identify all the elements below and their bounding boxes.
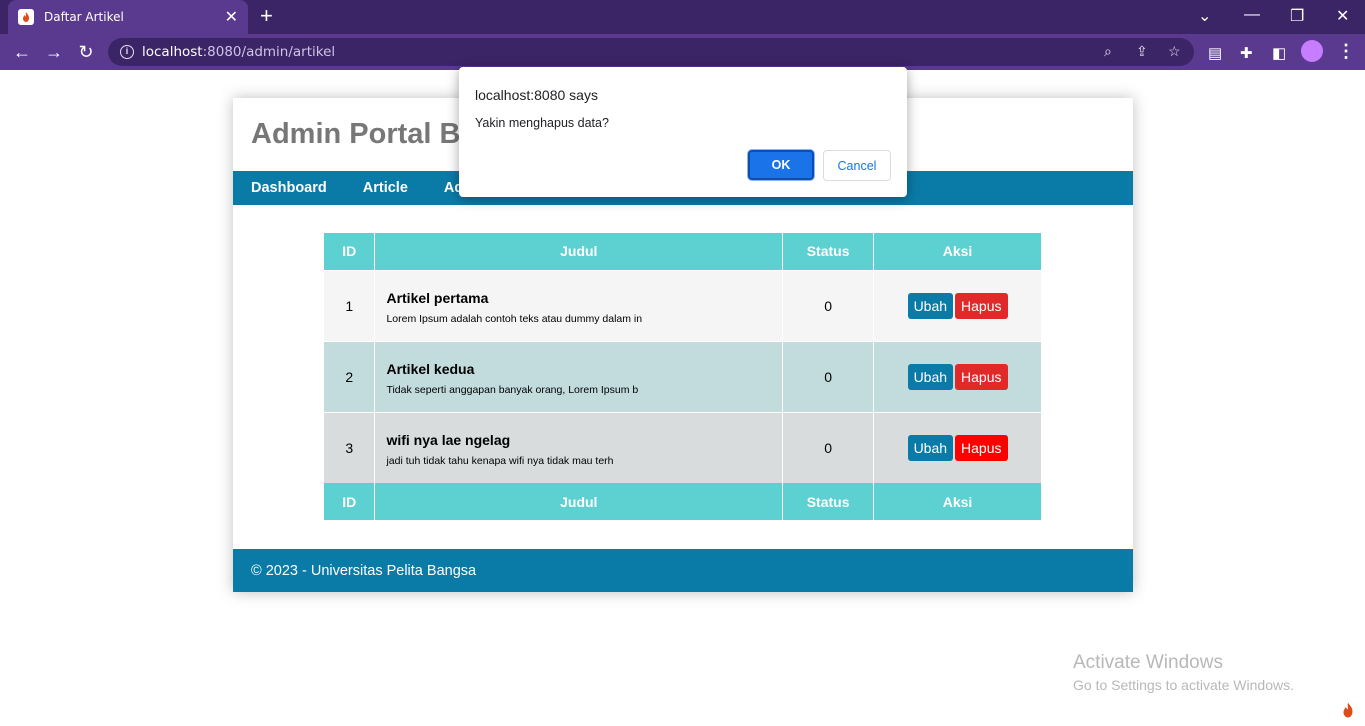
dialog-origin: localhost:8080 says bbox=[475, 87, 598, 103]
edit-button[interactable]: Ubah bbox=[907, 434, 954, 461]
article-excerpt: jadi tuh tidak tahu kenapa wifi nya tida… bbox=[386, 455, 614, 468]
activation-watermark-title: Activate Windows bbox=[1073, 652, 1223, 673]
row-status: 0 bbox=[782, 340, 875, 412]
address-bar[interactable]: i localhost:8080/admin/artikel bbox=[108, 38, 1194, 66]
article-title: wifi nya lae ngelag bbox=[386, 432, 511, 449]
reload-icon[interactable]: ↻ bbox=[75, 41, 97, 63]
footer-header-status: Status bbox=[782, 483, 875, 520]
delete-button[interactable]: Hapus bbox=[955, 434, 1008, 461]
codeigniter-flame-icon bbox=[18, 9, 34, 25]
article-excerpt: Lorem Ipsum adalah contoh teks atau dumm… bbox=[386, 313, 643, 325]
site-info-icon[interactable]: i bbox=[120, 45, 134, 59]
activation-watermark-subtitle: Go to Settings to activate Windows. bbox=[1073, 677, 1294, 693]
zoom-icon[interactable]: ⌕ bbox=[1104, 43, 1112, 60]
table-row: 3 wifi nya lae ngelag jadi tuh tidak tah… bbox=[324, 411, 1042, 483]
url-path: :8080/admin/artikel bbox=[202, 44, 336, 60]
tab-search-chevron-icon[interactable]: ⌄ bbox=[1198, 6, 1211, 26]
browser-tab[interactable]: Daftar Artikel ✕ bbox=[8, 0, 248, 34]
delete-button[interactable]: Hapus bbox=[955, 292, 1008, 319]
site-title: Admin Portal B bbox=[251, 118, 461, 150]
new-tab-button[interactable]: + bbox=[260, 5, 273, 27]
site-footer: © 2023 - Universitas Pelita Bangsa bbox=[233, 549, 1133, 592]
header-aksi: Aksi bbox=[873, 233, 1042, 270]
row-status: 0 bbox=[782, 269, 875, 341]
restore-icon[interactable]: ❐ bbox=[1290, 6, 1304, 26]
footer-header-judul: Judul bbox=[374, 483, 784, 520]
row-judul: Artikel pertama Lorem Ipsum adalah conto… bbox=[374, 269, 784, 341]
close-window-icon[interactable]: ✕ bbox=[1336, 6, 1349, 26]
profile-avatar-icon[interactable] bbox=[1301, 40, 1323, 62]
nav-dashboard[interactable]: Dashboard bbox=[251, 180, 327, 196]
table-row: 1 Artikel pertama Lorem Ipsum adalah con… bbox=[324, 269, 1042, 341]
browser-menu-icon[interactable]: ⋮ bbox=[1337, 41, 1355, 62]
footer-header-id: ID bbox=[324, 483, 376, 520]
browser-tab-strip: Daftar Artikel ✕ + ⌄ — ❐ ✕ bbox=[0, 0, 1365, 34]
row-judul: Artikel kedua Tidak seperti anggapan ban… bbox=[374, 340, 784, 412]
puzzle-extensions-icon[interactable]: ✚ bbox=[1240, 44, 1253, 62]
url-host: localhost bbox=[142, 44, 203, 60]
article-title: Artikel kedua bbox=[386, 361, 475, 377]
article-excerpt: Tidak seperti anggapan banyak orang, Lor… bbox=[386, 384, 639, 396]
header-judul: Judul bbox=[374, 233, 784, 270]
forward-arrow-icon[interactable]: → bbox=[43, 41, 65, 63]
header-id: ID bbox=[324, 233, 376, 270]
row-judul: wifi nya lae ngelag jadi tuh tidak tahu … bbox=[374, 411, 784, 483]
url-text: localhost:8080/admin/artikel bbox=[142, 44, 335, 60]
row-id: 1 bbox=[324, 269, 376, 341]
ok-button[interactable]: OK bbox=[748, 150, 814, 180]
row-actions: Ubah Hapus bbox=[873, 340, 1042, 412]
row-status: 0 bbox=[782, 411, 875, 483]
edit-button[interactable]: Ubah bbox=[907, 292, 954, 319]
close-tab-icon[interactable]: ✕ bbox=[225, 7, 238, 27]
minimize-icon[interactable]: — bbox=[1244, 6, 1260, 24]
footer-header-aksi: Aksi bbox=[873, 483, 1042, 520]
article-table: ID Judul Status Aksi 1 Artikel pertama L… bbox=[324, 233, 1042, 520]
dialog-message: Yakin menghapus data? bbox=[475, 116, 609, 130]
cancel-button[interactable]: Cancel bbox=[823, 150, 891, 181]
nav-article[interactable]: Article bbox=[363, 180, 408, 196]
delete-button[interactable]: Hapus bbox=[955, 363, 1008, 390]
confirm-dialog: localhost:8080 says Yakin menghapus data… bbox=[459, 67, 907, 197]
header-status: Status bbox=[782, 233, 875, 270]
flame-icon[interactable] bbox=[1336, 700, 1360, 724]
row-id: 2 bbox=[324, 340, 376, 412]
article-title: Artikel pertama bbox=[386, 290, 489, 306]
share-icon[interactable]: ⇪ bbox=[1136, 43, 1148, 60]
bookmark-star-icon[interactable]: ☆ bbox=[1168, 43, 1181, 60]
back-arrow-icon[interactable]: ← bbox=[11, 41, 33, 63]
browser-toolbar: ← → ↻ i localhost:8080/admin/artikel ⌕ ⇪… bbox=[0, 34, 1365, 70]
tab-title: Daftar Artikel bbox=[44, 10, 124, 24]
row-actions: Ubah Hapus bbox=[873, 269, 1042, 341]
row-id: 3 bbox=[324, 411, 376, 483]
side-panel-icon[interactable]: ◧ bbox=[1272, 44, 1286, 62]
edit-button[interactable]: Ubah bbox=[907, 363, 954, 390]
row-actions: Ubah Hapus bbox=[873, 411, 1042, 483]
table-row: 2 Artikel kedua Tidak seperti anggapan b… bbox=[324, 340, 1042, 412]
extension-icon[interactable]: ▤ bbox=[1208, 44, 1222, 62]
